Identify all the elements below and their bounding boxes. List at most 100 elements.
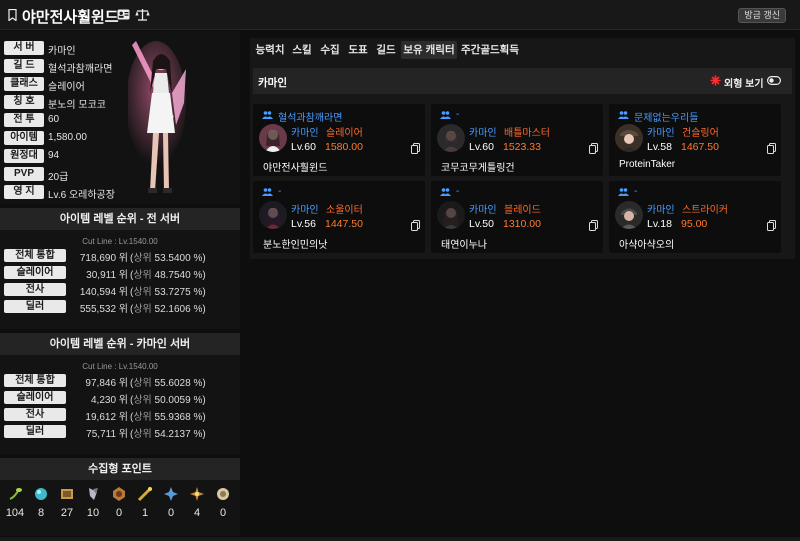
character-card[interactable]: - 카마인 배틀마스터 Lv.60 1523.33 코무코무게틀링건 <box>431 104 603 176</box>
rank-value: 140,594 위 <box>79 287 128 298</box>
card-server: 카마인 <box>647 128 675 139</box>
rank-label: 전사 <box>4 408 66 421</box>
rank-pct: 55.9368 %) <box>154 412 206 423</box>
card-class: 배틀마스터 <box>504 128 550 139</box>
character-name-title: 야만전사훨윈드 <box>22 9 119 26</box>
character-card[interactable]: 문제없는우리들 카마인 건슬링어 Lv.58 1467.50 ProteinTa… <box>609 104 781 176</box>
attr-value: 94 <box>48 150 60 161</box>
rank-label: 딜러 <box>4 425 66 438</box>
copy-icon[interactable] <box>767 143 776 154</box>
top-bar: 야만전사훨윈드 방금 갱신 <box>0 0 800 30</box>
guild-members-icon <box>440 111 451 119</box>
card-server: 카마인 <box>291 205 319 216</box>
rank-label: 슬레이어 <box>4 391 66 404</box>
tab-collection[interactable]: 수집 <box>317 41 343 59</box>
mokoko-seed-icon <box>9 488 22 500</box>
rank-upper: 상위 <box>133 395 152 406</box>
character-card[interactable]: - 카마인 소울이터 Lv.56 1447.50 분노한인민의낫 <box>253 181 425 253</box>
collection-item[interactable]: 8 <box>30 486 52 519</box>
tab-charts[interactable]: 도표 <box>345 41 371 59</box>
orpheus-star-icon <box>164 487 178 501</box>
collection-icons: 104 8 27 10 0 1 0 4 0 <box>0 480 240 532</box>
card-character-name: 아샥아샥오의 <box>619 240 675 251</box>
card-class: 건슬링어 <box>682 128 719 139</box>
character-avatar <box>615 124 643 152</box>
tab-skills[interactable]: 스킬 <box>289 41 315 59</box>
rank-server-header: 아이템 레벨 순위 - 카마인 서버 <box>0 333 240 355</box>
copy-icon[interactable] <box>411 143 420 154</box>
collection-item[interactable]: 0 <box>212 486 234 519</box>
scale-icon[interactable] <box>135 8 150 21</box>
rank-row: 슬레이어 4,230 위 (상위 50.0059 %) <box>0 389 240 406</box>
attr-value: Lv.6 오레하공장 <box>48 190 115 201</box>
card-class: 블레이드 <box>504 205 541 216</box>
collection-item[interactable]: 27 <box>56 486 78 519</box>
collection-item[interactable]: 1 <box>134 486 156 519</box>
collection-item[interactable]: 10 <box>82 486 104 519</box>
character-card[interactable]: 혈석과참깨라면 카마인 슬레이어 Lv.60 1580.00 야만전사훨윈드 <box>253 104 425 176</box>
toggle-switch[interactable] <box>767 76 781 85</box>
tab-characters[interactable]: 보유 캐릭터 <box>401 41 457 59</box>
section-server-name: 카마인 <box>258 77 287 89</box>
tab-bar: 능력치 스킬 수집 도표 길드 보유 캐릭터 주간골드획득 <box>250 38 795 60</box>
card-guild: - <box>456 186 460 197</box>
rank-row: 슬레이어 30,911 위 (상위 48.7540 %) <box>0 264 240 281</box>
rank-row: 딜러 555,532 위 (상위 52.1606 %) <box>0 298 240 315</box>
island-heart-icon <box>35 488 47 500</box>
rank-upper: 상위 <box>133 378 152 389</box>
rank-upper: 상위 <box>133 412 152 423</box>
collection-item[interactable]: 104 <box>4 486 26 519</box>
rank-percent: (상위 54.2137 %) <box>130 425 234 440</box>
collection-item[interactable]: 0 <box>108 486 130 519</box>
tab-stats[interactable]: 능력치 <box>253 41 287 59</box>
card-guild: - <box>634 186 638 197</box>
card-item-level: 1447.50 <box>325 218 363 230</box>
character-card[interactable]: - 카마인 스트라이커 Lv.18 95.00 아샥아샥오의 <box>609 181 781 253</box>
sea-bounty-icon <box>217 488 229 500</box>
attr-label: 영 지 <box>4 185 44 199</box>
attr-label: 서 버 <box>4 41 44 55</box>
rank-pct: 48.7540 %) <box>154 270 206 281</box>
card-class: 스트라이커 <box>682 205 728 216</box>
card-item-level: 1467.50 <box>681 141 719 153</box>
id-card-icon[interactable] <box>117 9 130 20</box>
attr-value: 혈석과참깨라면 <box>48 64 113 75</box>
rank-all-cutline: Cut Line : Lv.1540.00 <box>82 237 158 246</box>
giant-heart-icon <box>89 488 98 500</box>
card-item-level: 1580.00 <box>325 141 363 153</box>
rank-value: 97,846 위 <box>85 378 128 389</box>
character-avatar <box>259 124 287 152</box>
card-server: 카마인 <box>291 128 319 139</box>
attr-label: 길 드 <box>4 59 44 73</box>
collection-value: 27 <box>60 507 74 519</box>
bookmark-icon[interactable] <box>8 9 17 21</box>
rank-value: 4,230 위 <box>90 395 128 406</box>
copy-icon[interactable] <box>411 220 420 231</box>
rank-percent: (상위 53.5400 %) <box>130 249 234 264</box>
copy-icon[interactable] <box>589 220 598 231</box>
refresh-button[interactable]: 방금 갱신 <box>738 8 786 23</box>
rank-row: 전체 통합 97,846 위 (상위 55.6028 %) <box>0 372 240 389</box>
rank-percent: (상위 55.6028 %) <box>130 374 234 389</box>
rank-pct: 53.5400 %) <box>154 253 206 264</box>
rank-percent: (상위 55.9368 %) <box>130 408 234 423</box>
collection-header: 수집형 포인트 <box>0 458 240 480</box>
character-card[interactable]: - 카마인 블레이드 Lv.50 1310.00 태연이누나 <box>431 181 603 253</box>
collection-value: 1 <box>141 507 149 519</box>
rank-upper: 상위 <box>133 429 152 440</box>
rank-label: 전사 <box>4 283 66 296</box>
copy-icon[interactable] <box>767 220 776 231</box>
card-guild: 혈석과참깨라면 <box>278 113 343 124</box>
card-level: Lv.18 <box>647 218 672 230</box>
card-level: Lv.58 <box>647 141 672 153</box>
tab-guild[interactable]: 길드 <box>373 41 399 59</box>
attr-label: 클래스 <box>4 77 44 91</box>
card-item-level: 95.00 <box>681 218 708 230</box>
tab-weekly-gold[interactable]: 주간골드획득 <box>459 41 521 59</box>
card-level: Lv.60 <box>469 141 494 153</box>
collection-item[interactable]: 4 <box>186 486 208 519</box>
rank-pct: 50.0059 %) <box>154 395 206 406</box>
copy-icon[interactable] <box>589 143 598 154</box>
card-server: 카마인 <box>469 205 497 216</box>
collection-item[interactable]: 0 <box>160 486 182 519</box>
